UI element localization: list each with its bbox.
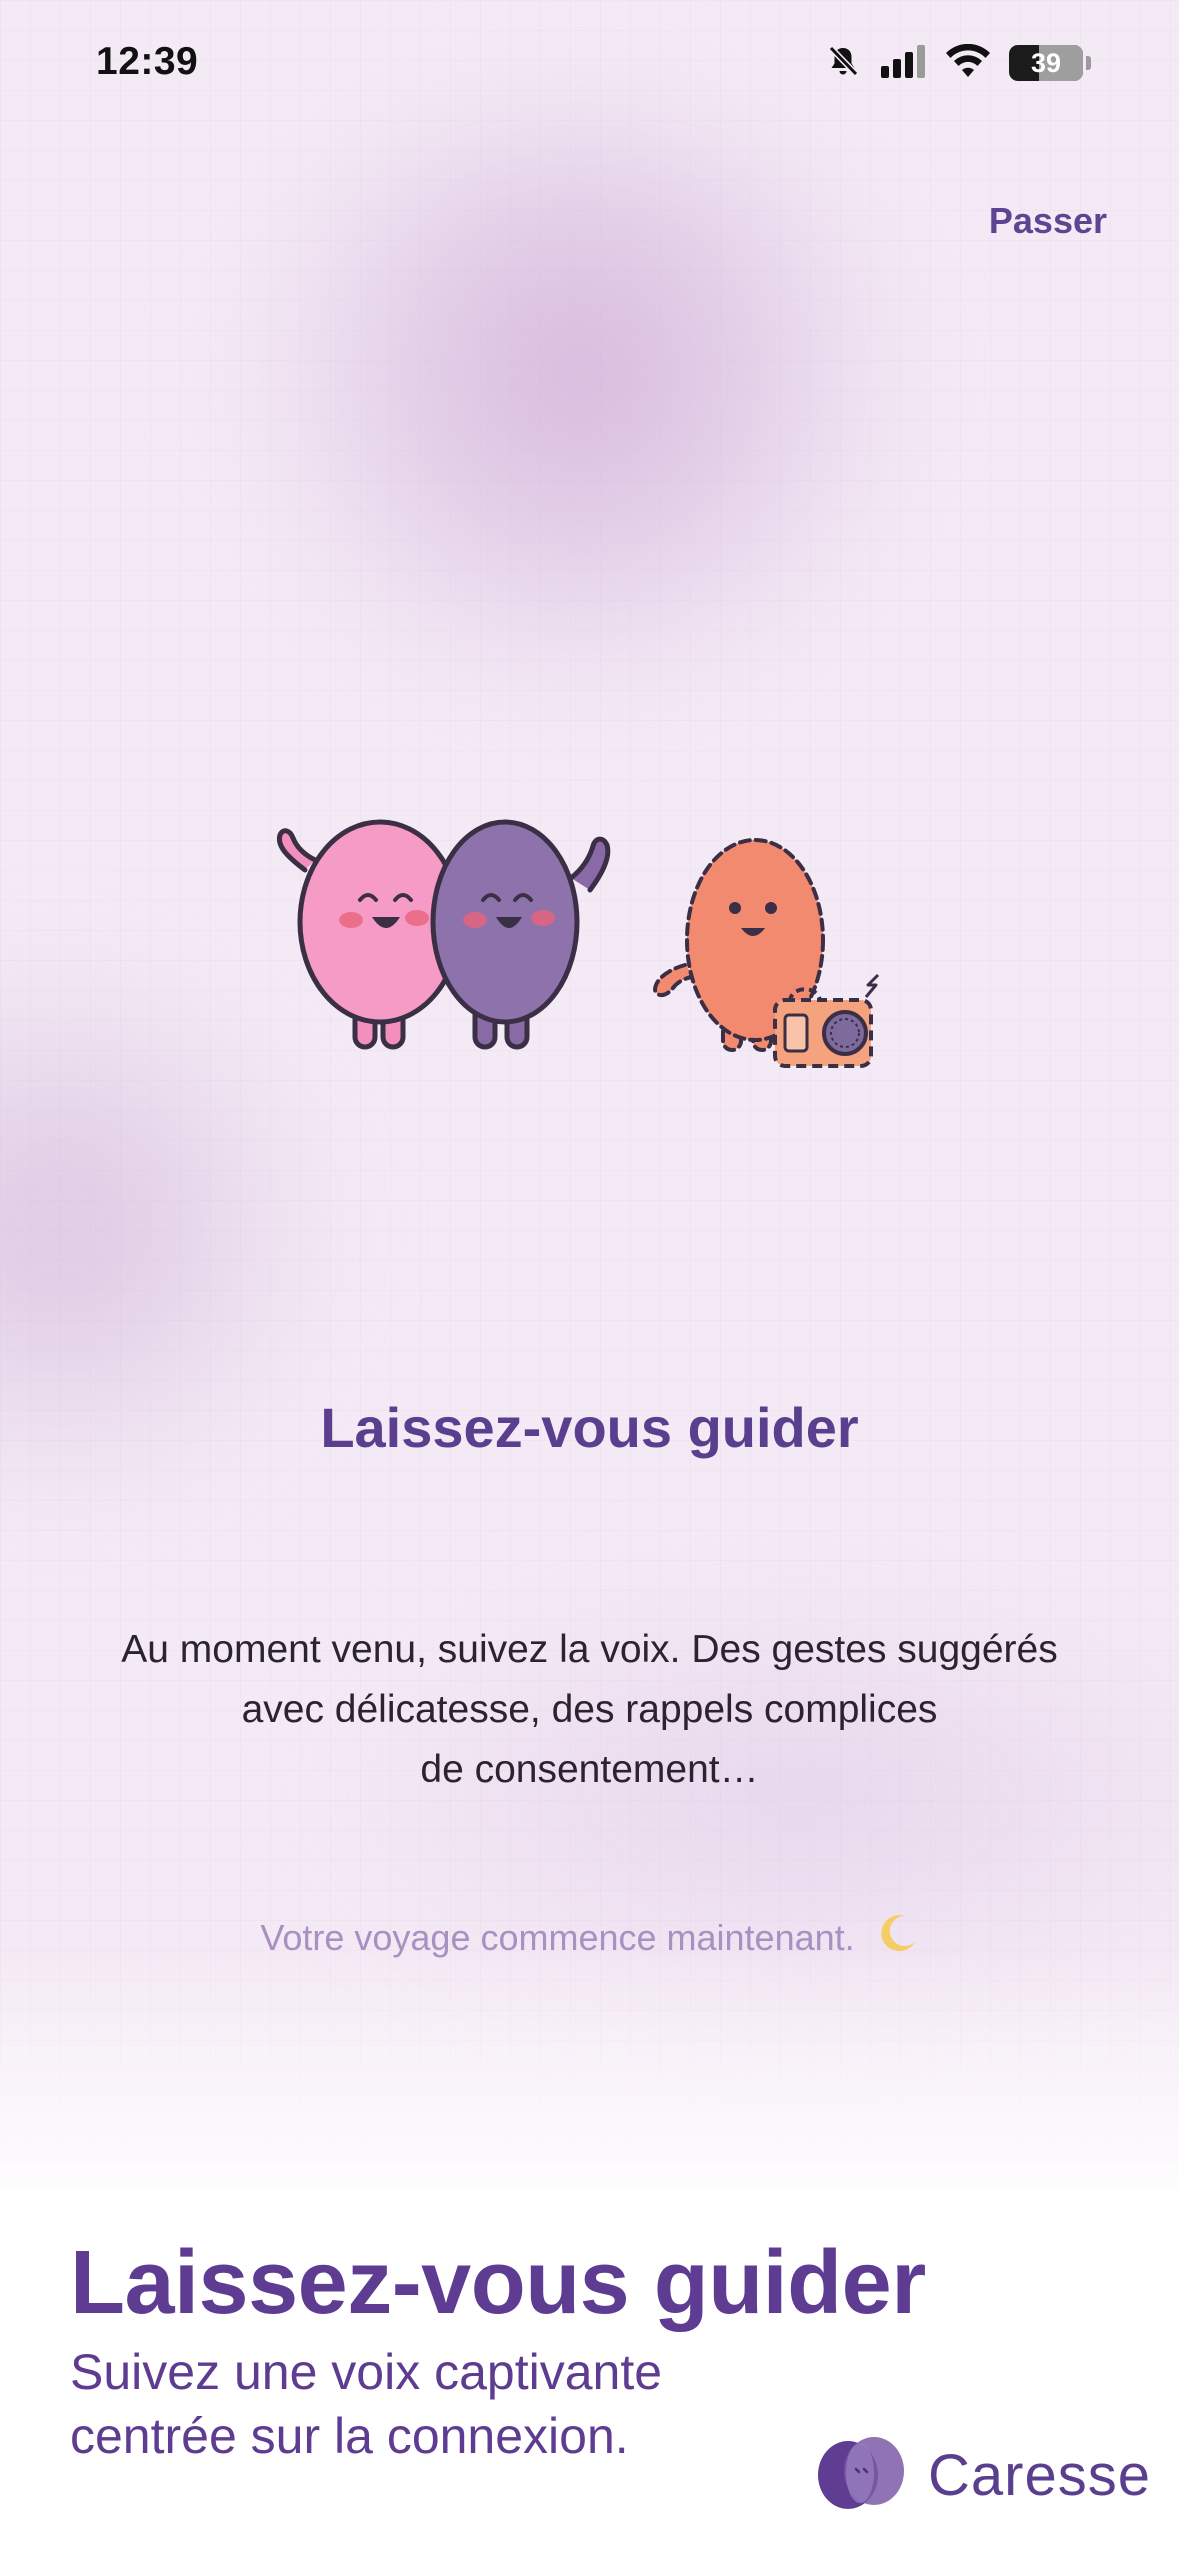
- brand-logo: Caresse: [814, 2435, 1151, 2516]
- crescent-moon-icon: [875, 1912, 919, 1965]
- cellular-signal-icon: [879, 44, 927, 83]
- status-icons: 39: [825, 40, 1091, 86]
- skip-button[interactable]: Passer: [989, 200, 1107, 242]
- battery-icon: 39: [1009, 45, 1091, 81]
- promo-title: Laissez-vous guider: [70, 2233, 926, 2333]
- brand-name: Caresse: [928, 2443, 1151, 2508]
- slide-body-line: de consentement…: [420, 1748, 759, 1791]
- slide-tagline-row: Votre voyage commence maintenant.: [0, 1912, 1179, 1965]
- purple-character: [430, 819, 611, 1050]
- slide-body-line: avec délicatesse, des rappels complices: [241, 1688, 938, 1731]
- promo-subtitle-line: Suivez une voix captivante: [70, 2344, 663, 2400]
- promo-subtitle: Suivez une voix captivante centrée sur l…: [70, 2340, 662, 2468]
- battery-level: 39: [1030, 47, 1062, 78]
- slide-body: Au moment venu, suivez la voix. Des gest…: [60, 1620, 1119, 1800]
- status-time: 12:39: [96, 40, 199, 83]
- background-glow-top: [230, 120, 930, 680]
- promo-subtitle-line: centrée sur la connexion.: [70, 2408, 629, 2464]
- characters-illustration: [275, 800, 915, 1080]
- onboarding-screen: 12:39 39 Passer Laissez-vous guider Au m…: [0, 0, 1179, 2556]
- bell-slash-icon: [825, 43, 861, 84]
- caresse-logo-icon: [814, 2435, 910, 2516]
- wifi-icon: [945, 43, 991, 83]
- slide-body-line: Au moment venu, suivez la voix. Des gest…: [121, 1628, 1058, 1671]
- bottom-fade: [0, 1950, 1179, 2220]
- slide-tagline: Votre voyage commence maintenant.: [260, 1917, 855, 1958]
- slide-title: Laissez-vous guider: [320, 1396, 859, 1459]
